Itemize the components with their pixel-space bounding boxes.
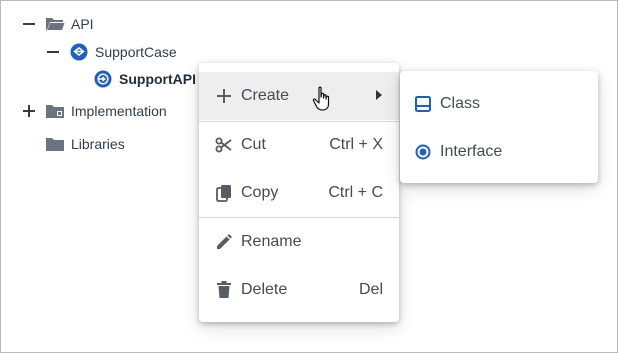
copy-icon — [215, 184, 233, 202]
tree-node-label: SupportCase — [95, 44, 177, 60]
hand-cursor-icon — [312, 86, 330, 111]
plus-icon — [215, 87, 233, 105]
menu-item-label: Rename — [241, 233, 302, 250]
menu-item-shortcut: Del — [358, 281, 383, 298]
menu-item-create[interactable]: Create — [199, 72, 399, 120]
class-icon — [414, 95, 432, 113]
menu-item-copy[interactable]: Copy Ctrl + C — [199, 169, 399, 217]
create-submenu: Class Interface — [400, 71, 598, 183]
tree-node-supportcase[interactable]: SupportCase — [45, 40, 177, 64]
tree-node-libraries[interactable]: Libraries — [21, 132, 125, 156]
menu-item-label: Interface — [440, 143, 503, 160]
package-icon — [69, 42, 89, 62]
scissors-icon — [215, 136, 233, 154]
folder-open-icon — [45, 14, 65, 34]
menu-item-cut[interactable]: Cut Ctrl + X — [199, 121, 399, 169]
tree-node-api[interactable]: API — [21, 12, 94, 36]
menu-item-label: Delete — [241, 281, 288, 298]
pencil-icon — [215, 233, 233, 251]
context-menu: Create Cut Ctrl + X Copy Ctrl + C Rename… — [199, 63, 399, 322]
folder-icon — [45, 101, 65, 121]
menu-item-label: Class — [440, 95, 481, 112]
tree-node-label: Implementation — [71, 103, 167, 119]
tree-node-implementation[interactable]: Implementation — [21, 99, 167, 123]
tree-node-label: SupportAPI — [119, 71, 196, 87]
interface-icon — [93, 69, 113, 89]
menu-item-label: Create — [241, 87, 290, 104]
menu-item-label: Copy — [241, 184, 279, 201]
expand-icon[interactable] — [21, 103, 37, 119]
folder-icon — [45, 134, 65, 154]
trash-icon — [215, 281, 233, 299]
menu-item-rename[interactable]: Rename — [199, 218, 399, 266]
interface-dot-icon — [414, 143, 432, 161]
menu-item-label: Cut — [241, 136, 266, 153]
collapse-icon[interactable] — [21, 16, 37, 32]
submenu-item-interface[interactable]: Interface — [400, 128, 598, 176]
menu-item-shortcut: Ctrl + X — [329, 136, 383, 153]
menu-item-shortcut: Ctrl + C — [328, 184, 383, 201]
submenu-arrow-icon — [375, 87, 383, 105]
tree-node-label: API — [71, 16, 94, 32]
tree-node-label: Libraries — [71, 136, 125, 152]
submenu-item-class[interactable]: Class — [400, 80, 598, 128]
collapse-icon[interactable] — [45, 44, 61, 60]
menu-item-delete[interactable]: Delete Del — [199, 266, 399, 314]
tree-node-supportapi[interactable]: SupportAPI — [69, 67, 196, 91]
